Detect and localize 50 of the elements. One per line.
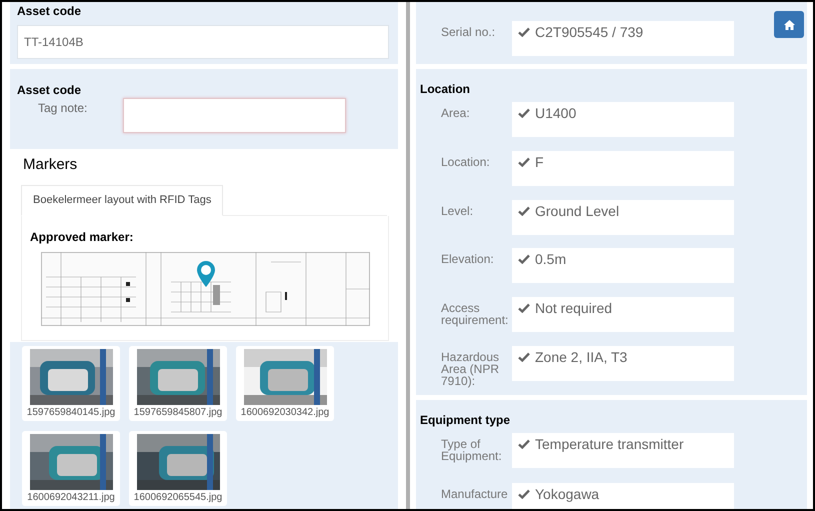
value-field: Temperature transmitter	[512, 433, 734, 468]
field-label: Type of Equipment:	[440, 436, 503, 462]
value-field: F	[512, 150, 734, 186]
field-label: Access requirement:	[440, 300, 510, 326]
check-icon	[518, 206, 530, 216]
field-label: Hazardous Area (NPR 7910):	[440, 349, 500, 388]
field-label: Serial no.:	[440, 24, 496, 38]
photo-filename: 1600692065545.jpg	[134, 491, 222, 504]
field-label: Elevation:	[440, 251, 495, 266]
value-field: U1400	[512, 102, 734, 137]
photo-filename: 1600692043211.jpg	[27, 491, 115, 504]
photo-card[interactable]: 1600692043211.jpg	[22, 431, 120, 506]
photo-filename: 1600692030342.jpg	[240, 406, 330, 419]
check-icon	[518, 489, 530, 499]
photo-card[interactable]: 1600692030342.jpg	[236, 346, 334, 421]
markers-title: Markers	[23, 155, 78, 175]
field-label: Location:	[440, 154, 491, 168]
photo-filename: 1597659845807.jpg	[134, 406, 222, 419]
map-pin-icon	[196, 260, 216, 288]
check-icon	[518, 254, 530, 264]
photo-card[interactable]: 1597659845807.jpg	[129, 346, 227, 421]
layout-tab[interactable]: Boekelermeer layout with RFID Tags	[21, 185, 224, 216]
photo-card[interactable]: 1600692065545.jpg	[129, 431, 227, 506]
asset-code-field[interactable]: TT-14104B	[17, 25, 389, 59]
check-icon	[518, 352, 530, 362]
check-icon	[518, 303, 530, 314]
check-icon	[518, 439, 530, 449]
approved-marker-label: Approved marker:	[30, 230, 134, 244]
home-icon	[784, 20, 794, 30]
home-button[interactable]	[774, 11, 804, 38]
photo-card[interactable]: 1597659840145.jpg	[22, 346, 120, 421]
section-title: Asset code	[17, 3, 82, 19]
section-title: Location	[420, 82, 471, 96]
field-label: Tag note:	[37, 100, 88, 117]
value-field: Ground Level	[512, 200, 734, 235]
value-field: Yokogawa	[512, 483, 734, 509]
check-icon	[518, 156, 530, 167]
check-icon	[518, 27, 530, 37]
field-label: Area:	[440, 105, 471, 119]
tag-note-field[interactable]	[123, 98, 346, 133]
value-field: C2T905545 / 739	[512, 21, 734, 56]
check-icon	[518, 108, 530, 118]
value-field: Zone 2, IIA, T3	[512, 346, 734, 382]
field-label: Manufacture	[440, 486, 509, 500]
value-field: 0.5m	[512, 248, 734, 284]
field-label: Level:	[440, 202, 474, 217]
section-title: Asset code	[17, 82, 82, 98]
photo-filename: 1597659840145.jpg	[26, 406, 116, 419]
section-title: Equipment type	[420, 413, 512, 427]
value-field: Not required	[512, 297, 734, 332]
